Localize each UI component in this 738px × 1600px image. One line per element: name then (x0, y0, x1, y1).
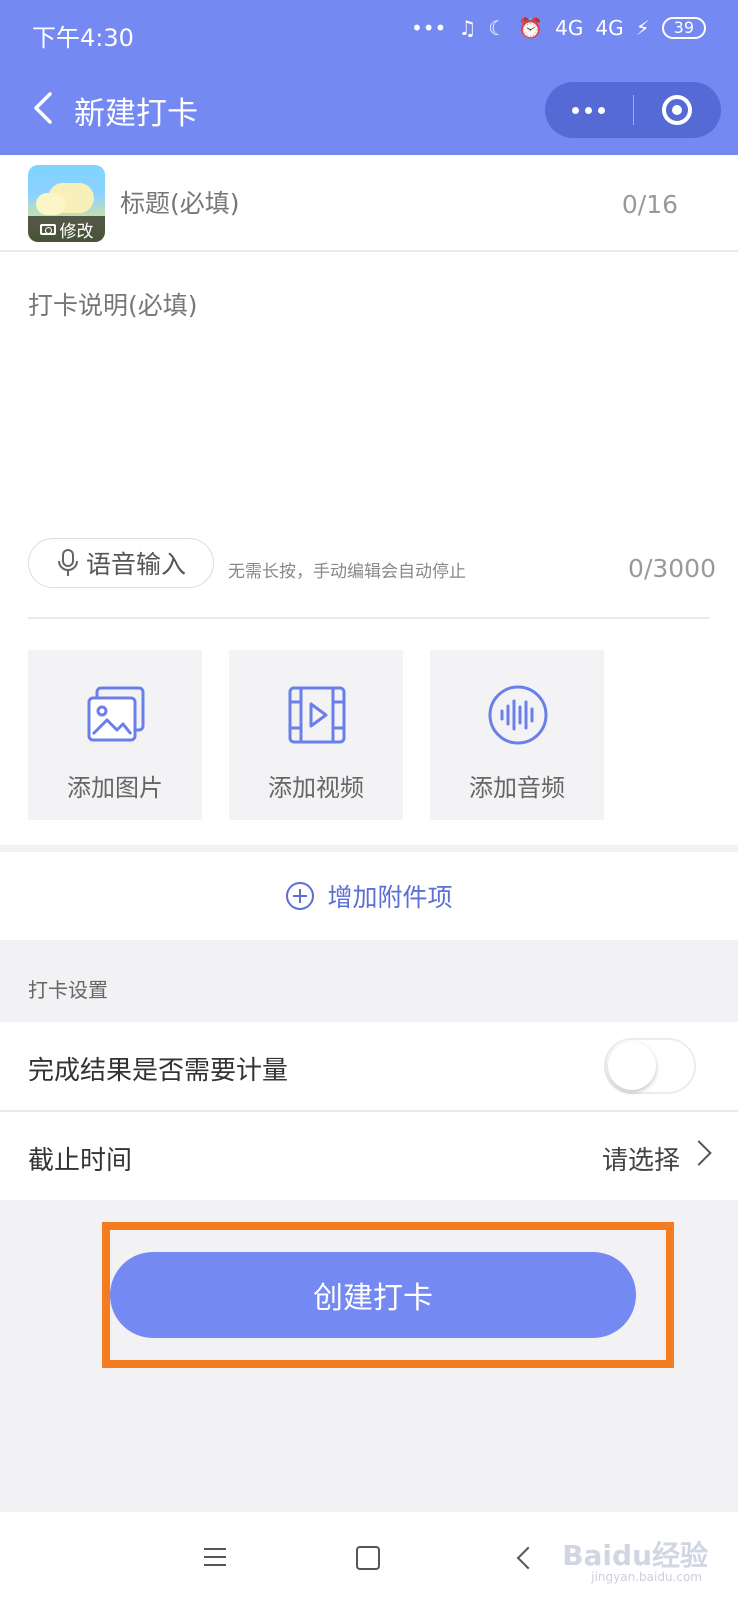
title-char-count: 0/16 (621, 190, 678, 219)
add-audio-label: 添加音频 (469, 774, 565, 802)
alarm-icon: ⏰ (518, 16, 544, 40)
add-attachment-label: 增加附件项 (327, 883, 453, 912)
edit-cover-label: 修改 (59, 221, 94, 242)
signal-label-1: 4G (555, 16, 584, 40)
cover-image[interactable]: 修改 (28, 165, 105, 242)
add-image-button[interactable]: 添加图片 (28, 650, 202, 820)
status-icons: ••• ♫ ☾ ⏰ 4G 4G ⚡ 39 (411, 16, 706, 40)
system-nav-bar: Baidu经验 jingyan.baidu.com (0, 1512, 738, 1600)
page-title: 新建打卡 (74, 96, 198, 132)
deadline-row[interactable]: 截止时间 请选择 (0, 1112, 738, 1200)
description-char-count: 0/3000 (628, 554, 716, 583)
create-checkin-button[interactable]: 创建打卡 (110, 1252, 636, 1338)
plus-circle-icon (286, 882, 315, 910)
charging-icon: ⚡ (635, 16, 650, 40)
headphones-icon: ♫ (458, 16, 477, 40)
back-icon[interactable] (516, 1546, 540, 1570)
chevron-right-icon (686, 1140, 712, 1166)
mini-program-capsule (545, 82, 721, 138)
measure-toggle[interactable] (604, 1038, 696, 1094)
more-options-button[interactable] (545, 82, 633, 138)
more-dots-icon: ••• (410, 16, 447, 40)
add-video-button[interactable]: 添加视频 (229, 650, 403, 820)
camera-icon (39, 223, 56, 235)
toggle-knob (608, 1042, 656, 1090)
battery-level: 39 (661, 17, 706, 39)
cloud-shape (36, 193, 66, 215)
image-icon (87, 686, 145, 742)
settings-section-title: 打卡设置 (28, 978, 108, 1002)
divider (0, 250, 738, 252)
home-icon[interactable] (356, 1546, 380, 1570)
deadline-value: 请选择 (601, 1146, 680, 1176)
measure-setting-label: 完成结果是否需要计量 (28, 1056, 289, 1086)
voice-input-label: 语音输入 (85, 550, 186, 579)
signal-label-2: 4G (595, 16, 624, 40)
chevron-left-icon (34, 92, 52, 124)
deadline-label: 截止时间 (28, 1146, 133, 1176)
description-input[interactable]: 打卡说明(必填) (28, 286, 198, 322)
back-button[interactable] (26, 88, 66, 128)
measure-setting-row: 完成结果是否需要计量 (0, 1022, 738, 1110)
menu-icon[interactable] (204, 1548, 226, 1572)
add-video-label: 添加视频 (268, 774, 364, 802)
title-input[interactable]: 标题(必填) (120, 184, 240, 220)
close-mini-program-button[interactable] (634, 82, 722, 138)
add-image-label: 添加图片 (67, 774, 163, 802)
audio-icon (488, 685, 548, 745)
moon-icon: ☾ (488, 16, 507, 40)
divider (28, 617, 710, 619)
video-icon (288, 686, 346, 744)
watermark-url: jingyan.baidu.com (591, 1570, 702, 1584)
add-attachment-button[interactable]: 增加附件项 (0, 852, 738, 940)
microphone-icon (57, 549, 78, 576)
voice-input-button[interactable]: 语音输入 (28, 538, 214, 588)
add-audio-button[interactable]: 添加音频 (430, 650, 604, 820)
edit-cover-button[interactable]: 修改 (28, 216, 105, 242)
target-icon (662, 95, 693, 125)
watermark-logo: Baidu经验 (562, 1539, 708, 1572)
status-time: 下午4:30 (32, 24, 134, 52)
voice-hint: 无需长按，手动编辑会自动停止 (228, 562, 466, 582)
